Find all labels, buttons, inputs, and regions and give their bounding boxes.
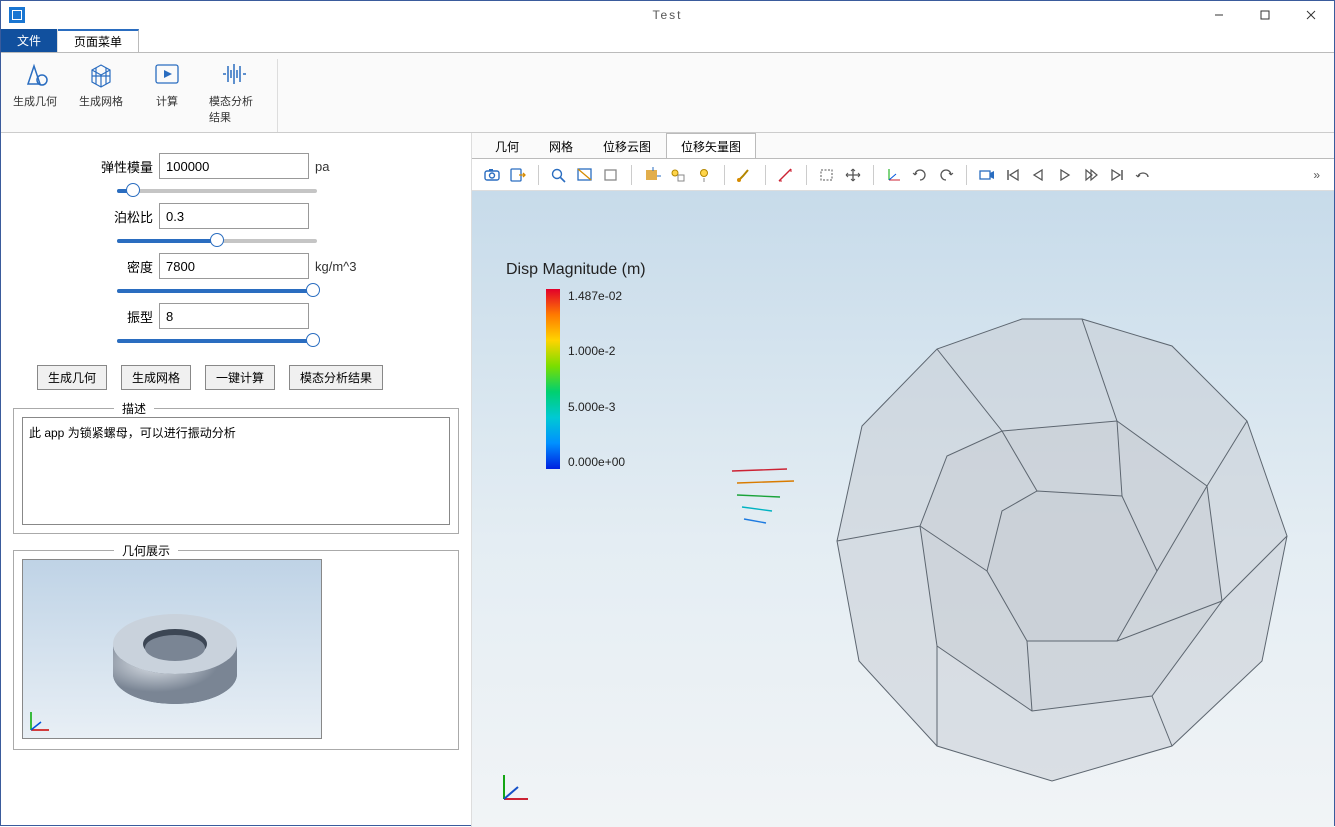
input-mode[interactable] (159, 303, 309, 329)
ribbon-gen-mesh[interactable]: 生成网格 (77, 59, 125, 132)
app-icon (9, 7, 25, 23)
btn-gen-geometry[interactable]: 生成几何 (37, 365, 107, 390)
play-frame-icon[interactable] (1053, 163, 1077, 187)
label-modulus: 弹性模量 (13, 157, 153, 176)
slider-density[interactable] (117, 289, 317, 293)
loop-icon[interactable] (1131, 163, 1155, 187)
prev-frame-icon[interactable] (1027, 163, 1051, 187)
tab-file[interactable]: 文件 (1, 29, 58, 52)
ribbon-compute[interactable]: 计算 (143, 59, 191, 132)
slider-mode[interactable] (117, 339, 317, 343)
ribbon-modal-result[interactable]: 模态分析结果 (209, 59, 257, 132)
menu-tabs: 文件 页面菜单 (1, 29, 1334, 53)
maximize-button[interactable] (1242, 1, 1288, 29)
tab-mesh[interactable]: 网格 (534, 133, 588, 158)
select-mode-icon[interactable] (640, 163, 664, 187)
last-frame-icon[interactable] (1105, 163, 1129, 187)
lighting-icon[interactable] (692, 163, 716, 187)
legend-geometry-preview: 几何展示 (114, 542, 178, 559)
legend-description: 描述 (114, 400, 154, 417)
first-frame-icon[interactable] (1001, 163, 1025, 187)
input-poisson[interactable] (159, 203, 309, 229)
tab-geometry[interactable]: 几何 (480, 133, 534, 158)
unit-modulus: pa (315, 159, 329, 174)
slider-poisson[interactable] (117, 239, 317, 243)
rotate-ccw-icon[interactable] (934, 163, 958, 187)
fieldset-description: 描述 此 app 为锁紧螺母，可以进行振动分析 (13, 408, 459, 534)
right-panel: 几何 网格 位移云图 位移矢量图 (471, 133, 1334, 827)
legend-title: Disp Magnitude (m) (506, 261, 646, 279)
zoom-box-icon[interactable] (573, 163, 597, 187)
geometry-preview[interactable] (22, 559, 322, 739)
description-text: 此 app 为锁紧螺母，可以进行振动分析 (22, 417, 450, 525)
label-poisson: 泊松比 (13, 207, 153, 226)
camera-icon[interactable] (480, 163, 504, 187)
btn-gen-mesh[interactable]: 生成网格 (121, 365, 191, 390)
next-frame-icon[interactable] (1079, 163, 1103, 187)
rotate-cw-icon[interactable] (908, 163, 932, 187)
window-title: Test (652, 8, 682, 22)
color-bar (546, 289, 560, 469)
brush-icon[interactable] (733, 163, 757, 187)
waveform-icon (218, 59, 248, 89)
slider-modulus[interactable] (117, 189, 317, 193)
btn-modal-result[interactable]: 模态分析结果 (289, 365, 383, 390)
play-icon (152, 59, 182, 89)
viewer-tabs: 几何 网格 位移云图 位移矢量图 (472, 133, 1334, 159)
cone-sphere-icon (20, 59, 50, 89)
titlebar: Test (1, 1, 1334, 29)
label-density: 密度 (13, 257, 153, 276)
color-bar-labels: 1.487e-02 1.000e-2 5.000e-3 0.000e+00 (568, 289, 625, 469)
toolbar-overflow[interactable]: » (1307, 168, 1326, 182)
ribbon-gen-geometry[interactable]: 生成几何 (11, 59, 59, 132)
animation-record-icon[interactable] (975, 163, 999, 187)
pan-icon[interactable] (841, 163, 865, 187)
export-icon[interactable] (506, 163, 530, 187)
input-density[interactable] (159, 253, 309, 279)
left-panel: 弹性模量 pa 泊松比 密度 kg/m^3 振型 生成几何 生成网格 一键计算 (1, 133, 471, 827)
zoom-icon[interactable] (547, 163, 571, 187)
tab-contour[interactable]: 位移云图 (588, 133, 666, 158)
minimize-button[interactable] (1196, 1, 1242, 29)
tab-vector[interactable]: 位移矢量图 (666, 133, 756, 158)
fieldset-geometry-preview: 几何展示 (13, 550, 459, 750)
btn-compute[interactable]: 一键计算 (205, 365, 275, 390)
unit-density: kg/m^3 (315, 259, 357, 274)
tab-page-menu[interactable]: 页面菜单 (58, 29, 139, 52)
input-modulus[interactable] (159, 153, 309, 179)
measure-icon[interactable] (774, 163, 798, 187)
close-button[interactable] (1288, 1, 1334, 29)
visibility-icon[interactable] (666, 163, 690, 187)
model-3d (702, 291, 1322, 811)
orientation-triad-icon (494, 769, 534, 809)
viewer-toolbar: » (472, 159, 1334, 191)
axes-icon[interactable] (882, 163, 906, 187)
cube-mesh-icon (86, 59, 116, 89)
label-mode: 振型 (13, 307, 153, 326)
viewer-canvas[interactable]: Disp Magnitude (m) 1.487e-02 1.000e-2 5.… (472, 191, 1334, 827)
zoom-extents-icon[interactable] (599, 163, 623, 187)
ribbon: 生成几何 生成网格 计算 模态分析结果 (1, 53, 1334, 133)
select-rect-icon[interactable] (815, 163, 839, 187)
